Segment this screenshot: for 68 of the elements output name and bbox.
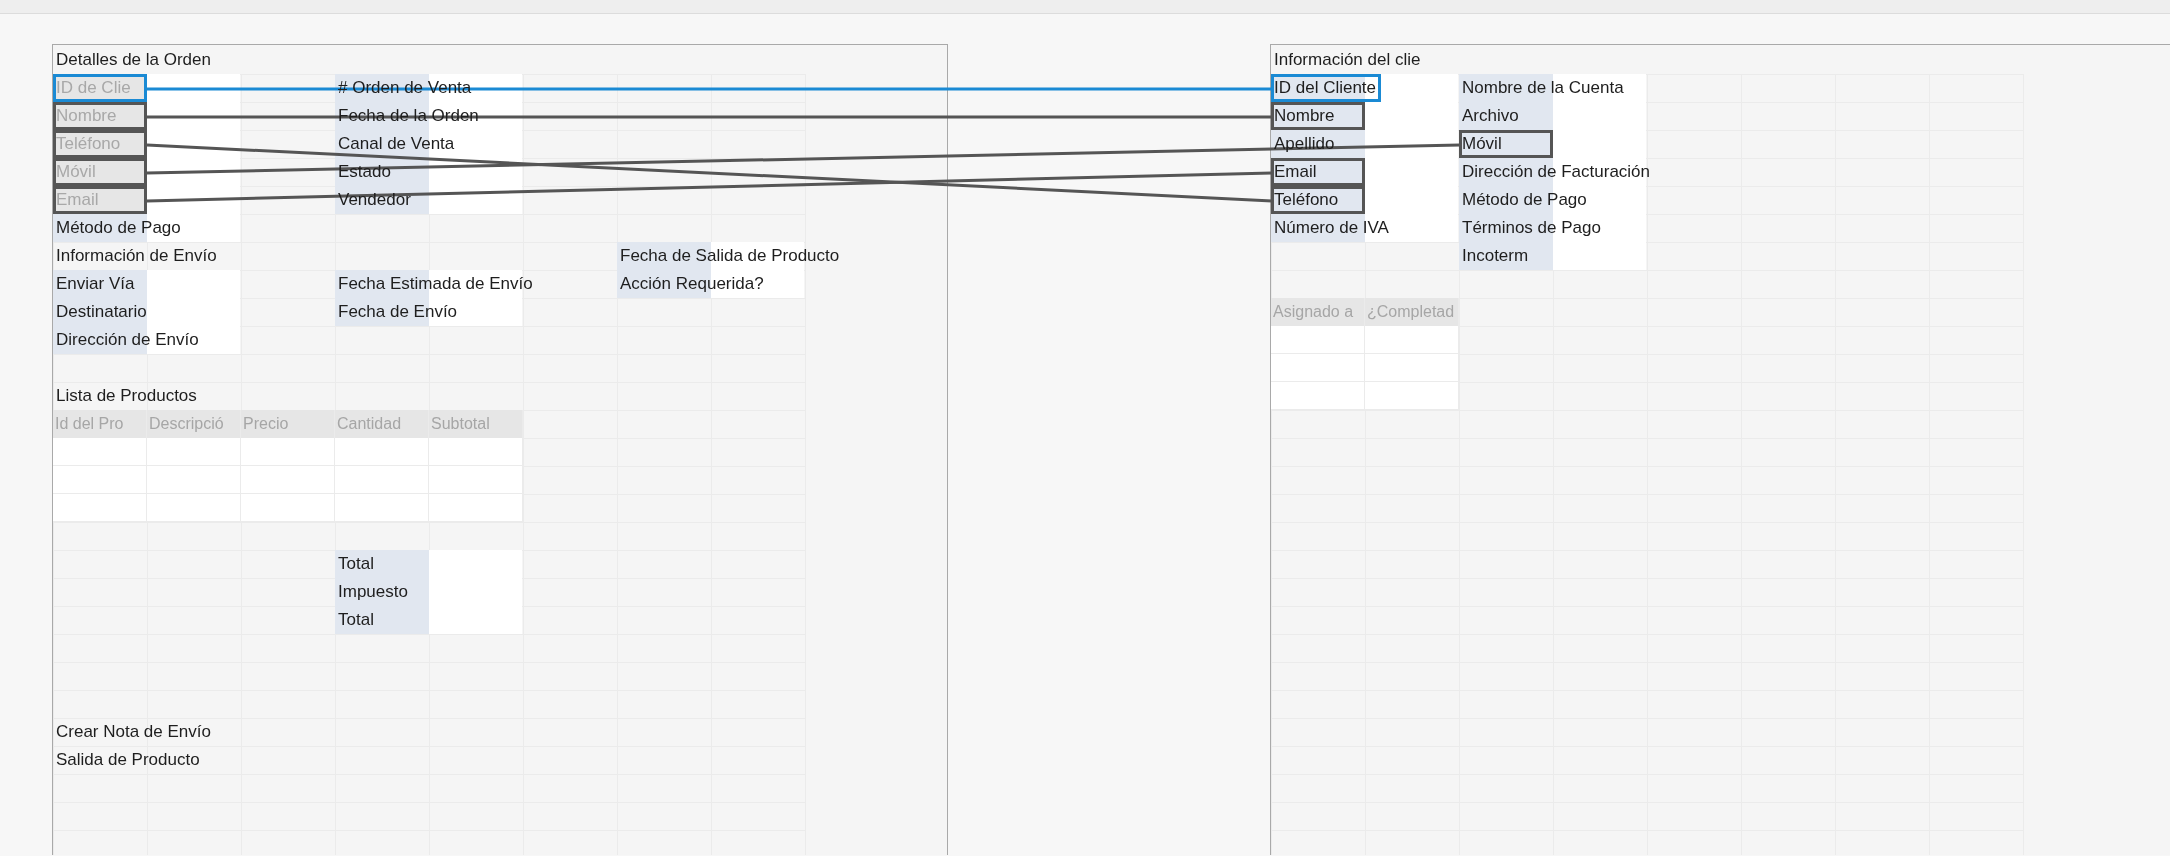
input-cell[interactable]: [53, 438, 147, 466]
form-field[interactable]: Términos de Pago: [1459, 214, 1647, 242]
field-label: Términos de Pago: [1462, 217, 1601, 239]
field-label: Incoterm: [1462, 245, 1529, 267]
mapping-port[interactable]: Teléfono: [1271, 186, 1365, 214]
form-field[interactable]: Método de Pago: [53, 214, 241, 242]
form-field[interactable]: Archivo: [1459, 102, 1647, 130]
field-label: Dirección de Envío: [56, 329, 199, 351]
mapping-port[interactable]: Nombre: [1271, 102, 1365, 130]
input-cell[interactable]: [241, 438, 335, 466]
mapping-port[interactable]: ID del Cliente: [1271, 74, 1382, 102]
field-label: Número de IVA: [1274, 217, 1389, 239]
field-label: Fecha de Envío: [338, 301, 458, 323]
form-field[interactable]: Vendedor: [335, 186, 523, 214]
form-field[interactable]: Impuesto: [335, 578, 523, 606]
column-header: Cantidad: [335, 410, 429, 438]
field-label: Método de Pago: [1462, 189, 1587, 211]
field-label: Archivo: [1462, 105, 1519, 127]
input-cell[interactable]: [429, 438, 523, 466]
input-cell[interactable]: [53, 494, 147, 522]
form-field[interactable]: Móvil: [1459, 130, 1647, 158]
form-field[interactable]: Fecha de Envío: [335, 298, 523, 326]
form-field[interactable]: Destinatario: [53, 298, 241, 326]
panel-title: Información del clie: [1274, 48, 1421, 71]
column-header: Precio: [241, 410, 335, 438]
field-label: Nombre de la Cuenta: [1462, 77, 1624, 99]
field-label: Enviar Vía: [56, 273, 135, 295]
mapping-port[interactable]: Móvil: [1459, 130, 1553, 158]
field-label: Método de Pago: [56, 217, 181, 239]
mapping-port[interactable]: Email: [1271, 158, 1365, 186]
field-label: Acción Requerida?: [620, 273, 764, 295]
column-header: Id del Pro: [53, 410, 147, 438]
form-field[interactable]: ID del Cliente: [1271, 74, 1459, 102]
form-field[interactable]: Nombre: [1271, 102, 1459, 130]
form-field[interactable]: Método de Pago: [1459, 186, 1647, 214]
form-field[interactable]: Nombre de la Cuenta: [1459, 74, 1647, 102]
column-header: Subtotal: [429, 410, 523, 438]
section-title: Crear Nota de Envío: [56, 721, 211, 743]
input-cell[interactable]: [53, 466, 147, 494]
field-label: Destinatario: [56, 301, 147, 323]
column-header: Asignado a: [1271, 298, 1365, 326]
form-field[interactable]: Total: [335, 606, 523, 634]
field-label: Vendedor: [338, 189, 411, 211]
form-field[interactable]: Incoterm: [1459, 242, 1647, 270]
panel-title: Detalles de la Orden: [56, 48, 211, 71]
form-field[interactable]: Dirección de Envío: [53, 326, 241, 354]
field-label: Canal de Venta: [338, 133, 455, 155]
column-header: ¿Completad: [1365, 298, 1459, 326]
field-label: Impuesto: [338, 581, 408, 603]
form-field[interactable]: Canal de Venta: [335, 130, 523, 158]
form-field[interactable]: Acción Requerida?: [617, 270, 805, 298]
input-cell[interactable]: [1271, 326, 1365, 354]
form-field[interactable]: Número de IVA: [1271, 214, 1459, 242]
column-header: Descripció: [147, 410, 241, 438]
section-title: Lista de Productos: [56, 385, 197, 407]
form-field[interactable]: Teléfono: [1271, 186, 1459, 214]
input-cell[interactable]: [335, 438, 429, 466]
input-cell[interactable]: [1271, 382, 1365, 410]
section-title: Información de Envío: [56, 245, 217, 267]
field-label: Total: [338, 609, 374, 631]
form-field[interactable]: Total: [335, 550, 523, 578]
form-field[interactable]: Email: [1271, 158, 1459, 186]
section-title: Salida de Producto: [56, 749, 200, 771]
input-cell[interactable]: [1271, 354, 1365, 382]
field-label: Total: [338, 553, 374, 575]
input-cell[interactable]: [1365, 326, 1459, 354]
form-field[interactable]: Enviar Vía: [53, 270, 241, 298]
input-cell[interactable]: [147, 438, 241, 466]
